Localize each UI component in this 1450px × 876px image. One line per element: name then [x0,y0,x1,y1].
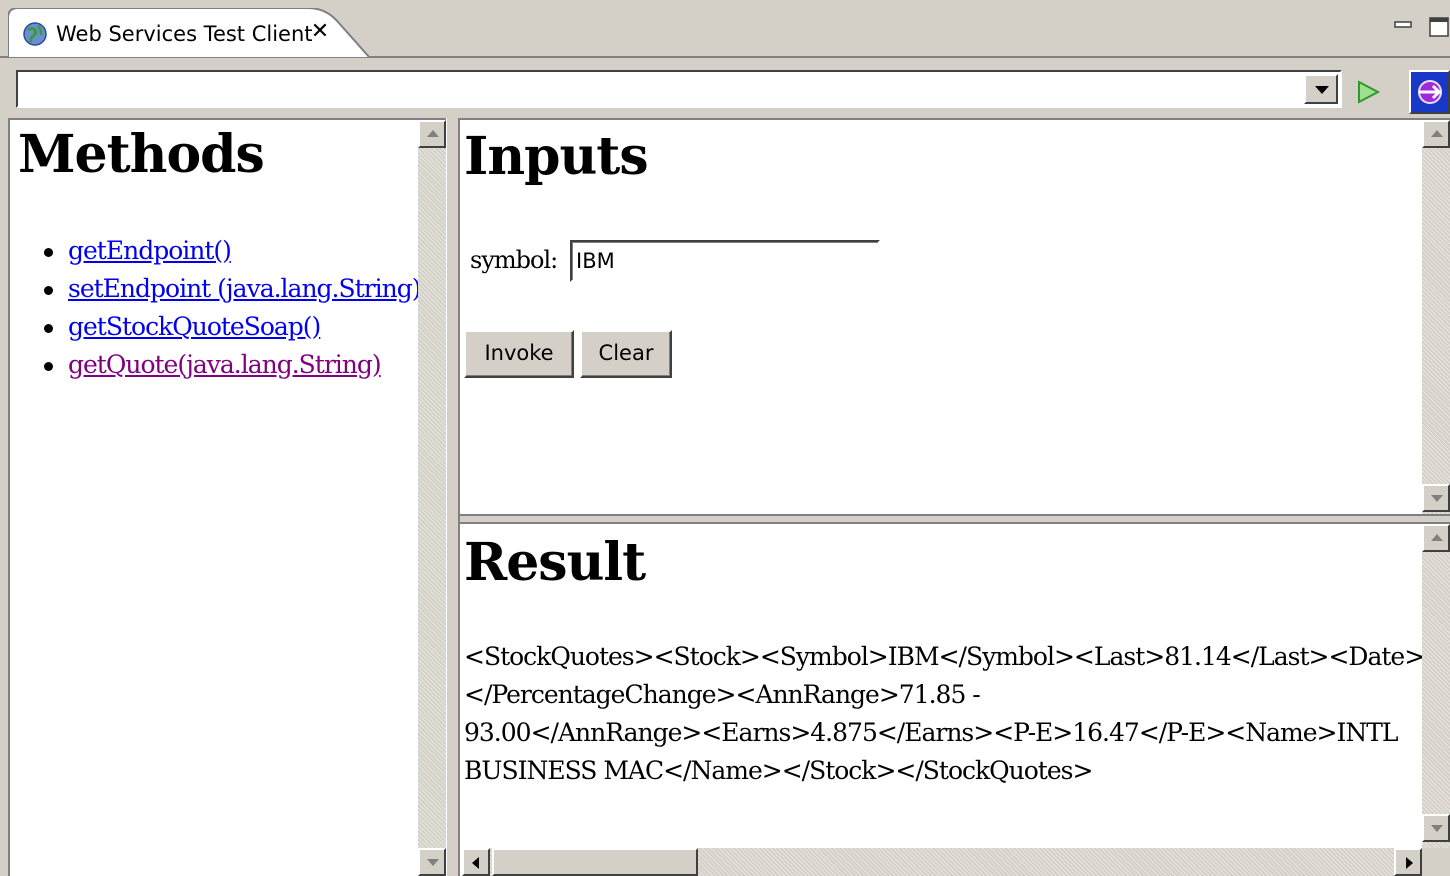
method-link-getendpoint[interactable]: getEndpoint() [68,236,232,265]
arrow-down-icon [427,859,439,866]
editor-tab-bar: Web Services Test Client ✕ [0,0,1450,58]
invoke-button[interactable]: Invoke [464,330,574,378]
tab-title: Web Services Test Client [56,22,313,46]
arrow-up-icon [427,130,439,137]
scroll-down-button[interactable] [1422,484,1450,512]
result-pane: Result <StockQuotes><Stock><Symbol>IBM</… [460,524,1450,876]
inputs-vertical-scrollbar[interactable] [1422,120,1450,518]
method-link-getquote[interactable]: getQuote(java.lang.String) [68,350,382,379]
url-toolbar [0,58,1450,118]
result-line: <StockQuotes><Stock><Symbol>IBM</Symbol>… [464,642,1425,671]
url-dropdown-button[interactable] [1304,74,1338,104]
browser-icon [1418,80,1442,104]
list-item: getQuote(java.lang.String) [44,346,428,384]
scroll-down-button[interactable] [1422,814,1450,842]
method-link-getstockquotesoap[interactable]: getStockQuoteSoap() [68,312,321,341]
globe-icon [23,22,47,46]
arrow-up-icon [1431,534,1443,541]
go-arrow-icon[interactable] [1354,78,1382,106]
methods-vertical-scrollbar[interactable] [418,120,446,876]
arrow-left-icon [472,857,479,869]
vertical-sash[interactable] [446,118,460,876]
chevron-down-icon [1315,86,1329,94]
result-line: </PercentageChange><AnnRange>71.85 - [464,680,981,709]
scrollbar-corner [1422,848,1450,876]
scroll-up-button[interactable] [1422,524,1450,552]
arrow-right-icon [1406,857,1413,869]
arrow-up-icon [1431,130,1443,137]
scroll-right-button[interactable] [1394,848,1422,876]
inputs-heading: Inputs [464,126,649,187]
symbol-input[interactable] [570,240,880,282]
list-item: getEndpoint() [44,232,428,270]
url-input[interactable] [20,74,1304,104]
symbol-label: symbol: [470,246,558,274]
result-line: BUSINESS MAC</Name></Stock></StockQuotes… [464,756,1093,785]
browser-button[interactable] [1409,70,1450,114]
result-output: <StockQuotes><Stock><Symbol>IBM</Symbol>… [464,638,1426,790]
scroll-up-button[interactable] [418,120,446,148]
methods-pane: Methods getEndpoint() setEndpoint (java.… [8,118,446,876]
minimize-icon[interactable] [1394,20,1416,32]
url-combo-box [16,70,1342,108]
result-horizontal-scrollbar[interactable] [462,848,1422,876]
inputs-pane: Inputs symbol: Invoke Clear [460,118,1450,518]
maximize-icon[interactable] [1428,16,1450,38]
result-line: 93.00</AnnRange><Earns>4.875</Earns><P-E… [464,718,1398,747]
methods-heading: Methods [18,124,265,185]
result-vertical-scrollbar[interactable] [1422,524,1450,848]
clear-button[interactable]: Clear [580,330,672,378]
list-item: setEndpoint (java.lang.String) [44,270,428,308]
method-link-setendpoint[interactable]: setEndpoint (java.lang.String) [68,274,421,303]
scroll-left-button[interactable] [462,848,490,876]
scroll-thumb[interactable] [492,848,698,876]
scroll-down-button[interactable] [418,848,446,876]
scroll-up-button[interactable] [1422,120,1450,148]
horizontal-sash[interactable] [460,514,1450,524]
result-heading: Result [464,532,646,593]
list-item: getStockQuoteSoap() [44,308,428,346]
close-icon[interactable]: ✕ [308,20,332,44]
methods-list: getEndpoint() setEndpoint (java.lang.Str… [44,232,428,384]
arrow-down-icon [1431,495,1443,502]
arrow-down-icon [1431,825,1443,832]
tab-web-services-test-client[interactable]: Web Services Test Client ✕ [8,8,370,58]
